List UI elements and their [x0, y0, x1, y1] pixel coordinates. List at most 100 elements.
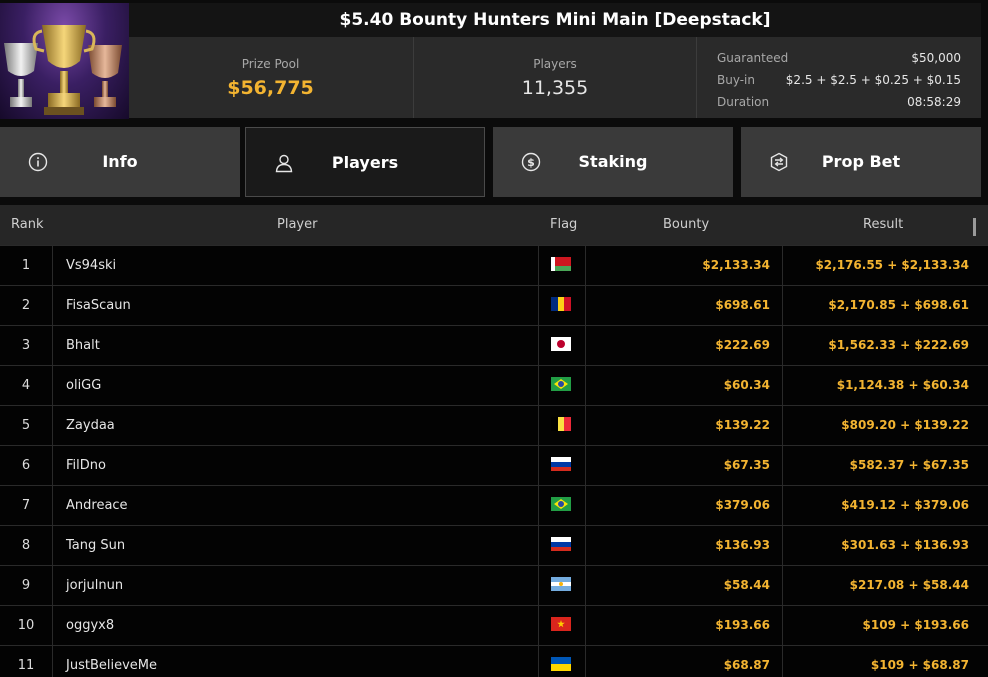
rank-cell: 10 — [0, 606, 53, 645]
players-table: Rank Player Flag Bounty Result 1 Vs94ski $… — [0, 205, 988, 677]
tournament-stats: Prize Pool $56,775 Players 11,355 Guaran… — [129, 37, 981, 118]
prize-pool-stat: Prize Pool $56,775 — [129, 37, 412, 118]
table-header: Rank Player Flag Bounty Result — [0, 205, 988, 245]
belgium-flag-icon — [551, 417, 571, 431]
result-cell: $2,170.85 + $698.61 — [828, 298, 969, 312]
rank-cell: 9 — [0, 566, 53, 605]
rank-cell: 7 — [0, 486, 53, 525]
column-header-rank[interactable]: Rank — [11, 205, 43, 245]
flag-cell — [538, 446, 586, 485]
flag-cell — [538, 526, 586, 565]
player-name[interactable]: JustBelieveMe — [66, 646, 536, 677]
argentina-flag-icon — [551, 577, 571, 591]
table-row[interactable]: 9 jorjulnun $58.44 $217.08 + $58.44 — [0, 565, 988, 605]
tab-staking[interactable]: $ Staking — [493, 127, 733, 197]
player-name[interactable]: Zaydaa — [66, 406, 536, 445]
flag-cell — [538, 286, 586, 325]
detail-guaranteed: Guaranteed $50,000 — [717, 47, 961, 69]
detail-key: Guaranteed — [717, 51, 789, 65]
flag-cell — [538, 326, 586, 365]
flag-cell — [538, 646, 586, 677]
bounty-cell: $139.22 — [587, 406, 783, 445]
scrollbar-thumb[interactable] — [973, 218, 976, 236]
rank-cell: 2 — [0, 286, 53, 325]
table-row[interactable]: 10 oggyx8 $193.66 $109 + $193.66 — [0, 605, 988, 645]
table-row[interactable]: 1 Vs94ski $2,133.34 $2,176.55 + $2,133.34 — [0, 245, 988, 285]
column-header-bounty[interactable]: Bounty — [663, 205, 709, 245]
player-name[interactable]: oggyx8 — [66, 606, 536, 645]
tab-bar: Info Players $ Staking Prop Bet — [0, 127, 988, 197]
player-name[interactable]: Andreace — [66, 486, 536, 525]
flag-cell — [538, 366, 586, 405]
bounty-cell: $379.06 — [587, 486, 783, 525]
russia-flag-icon — [551, 537, 571, 551]
flag-cell — [538, 606, 586, 645]
bounty-cell: $68.87 — [587, 646, 783, 677]
brazil-flag-icon — [551, 377, 571, 391]
players-stat: Players 11,355 — [413, 37, 697, 118]
tab-info[interactable]: Info — [0, 127, 240, 197]
bounty-cell: $58.44 — [587, 566, 783, 605]
players-label: Players — [533, 57, 577, 71]
result-cell: $809.20 + $139.22 — [841, 418, 969, 432]
detail-value: $50,000 — [911, 51, 961, 65]
romania-flag-icon — [551, 297, 571, 311]
table-row[interactable]: 11 JustBelieveMe $68.87 $109 + $68.87 — [0, 645, 988, 677]
bounty-cell: $136.93 — [587, 526, 783, 565]
player-name[interactable]: Tang Sun — [66, 526, 536, 565]
tab-players[interactable]: Players — [245, 127, 485, 197]
detail-key: Buy-in — [717, 73, 755, 87]
prize-pool-label: Prize Pool — [241, 57, 300, 71]
flag-cell — [538, 486, 586, 525]
table-row[interactable]: 4 oliGG $60.34 $1,124.38 + $60.34 — [0, 365, 988, 405]
tournament-details: Guaranteed $50,000 Buy-in $2.5 + $2.5 + … — [717, 47, 961, 113]
player-name[interactable]: FisaScaun — [66, 286, 536, 325]
bounty-cell: $193.66 — [587, 606, 783, 645]
table-row[interactable]: 7 Andreace $379.06 $419.12 + $379.06 — [0, 485, 988, 525]
rank-cell: 8 — [0, 526, 53, 565]
player-name[interactable]: jorjulnun — [66, 566, 536, 605]
result-cell: $109 + $68.87 — [870, 658, 969, 672]
table-row[interactable]: 5 Zaydaa $139.22 $809.20 + $139.22 — [0, 405, 988, 445]
russia-flag-icon — [551, 457, 571, 471]
detail-buy-in: Buy-in $2.5 + $2.5 + $0.25 + $0.15 — [717, 69, 961, 91]
brazil-flag-icon — [551, 497, 571, 511]
column-header-player[interactable]: Player — [277, 205, 317, 245]
tab-label: Players — [331, 153, 399, 172]
tab-label: Prop Bet — [821, 152, 901, 171]
players-value: 11,355 — [521, 77, 589, 99]
rank-cell: 6 — [0, 446, 53, 485]
rank-cell: 3 — [0, 326, 53, 365]
belarus-flag-icon — [551, 257, 571, 271]
japan-flag-icon — [551, 337, 571, 351]
ukraine-flag-icon — [551, 657, 571, 671]
table-row[interactable]: 8 Tang Sun $136.93 $301.63 + $136.93 — [0, 525, 988, 565]
table-row[interactable]: 3 Bhalt $222.69 $1,562.33 + $222.69 — [0, 325, 988, 365]
player-name[interactable]: Vs94ski — [66, 246, 536, 285]
flag-cell — [538, 406, 586, 445]
flag-cell — [538, 246, 586, 285]
tab-label: Info — [102, 152, 138, 171]
detail-value: $2.5 + $2.5 + $0.25 + $0.15 — [785, 73, 961, 87]
flag-cell — [538, 566, 586, 605]
prize-pool-value: $56,775 — [227, 77, 314, 99]
bounty-cell: $698.61 — [587, 286, 783, 325]
player-name[interactable]: FilDno — [66, 446, 536, 485]
column-header-flag[interactable]: Flag — [550, 205, 577, 245]
detail-key: Duration — [717, 95, 770, 109]
table-row[interactable]: 2 FisaScaun $698.61 $2,170.85 + $698.61 — [0, 285, 988, 325]
result-cell: $1,562.33 + $222.69 — [828, 338, 969, 352]
player-name[interactable]: Bhalt — [66, 326, 536, 365]
bounty-cell: $60.34 — [587, 366, 783, 405]
column-header-result[interactable]: Result — [863, 205, 903, 245]
tab-label: Staking — [578, 152, 648, 171]
bounty-cell: $222.69 — [587, 326, 783, 365]
table-row[interactable]: 6 FilDno $67.35 $582.37 + $67.35 — [0, 445, 988, 485]
result-cell: $217.08 + $58.44 — [849, 578, 969, 592]
result-cell: $2,176.55 + $2,133.34 — [815, 258, 969, 272]
rank-cell: 5 — [0, 406, 53, 445]
detail-duration: Duration 08:58:29 — [717, 91, 961, 113]
tab-prop-bet[interactable]: Prop Bet — [741, 127, 981, 197]
player-name[interactable]: oliGG — [66, 366, 536, 405]
result-cell: $109 + $193.66 — [862, 618, 969, 632]
